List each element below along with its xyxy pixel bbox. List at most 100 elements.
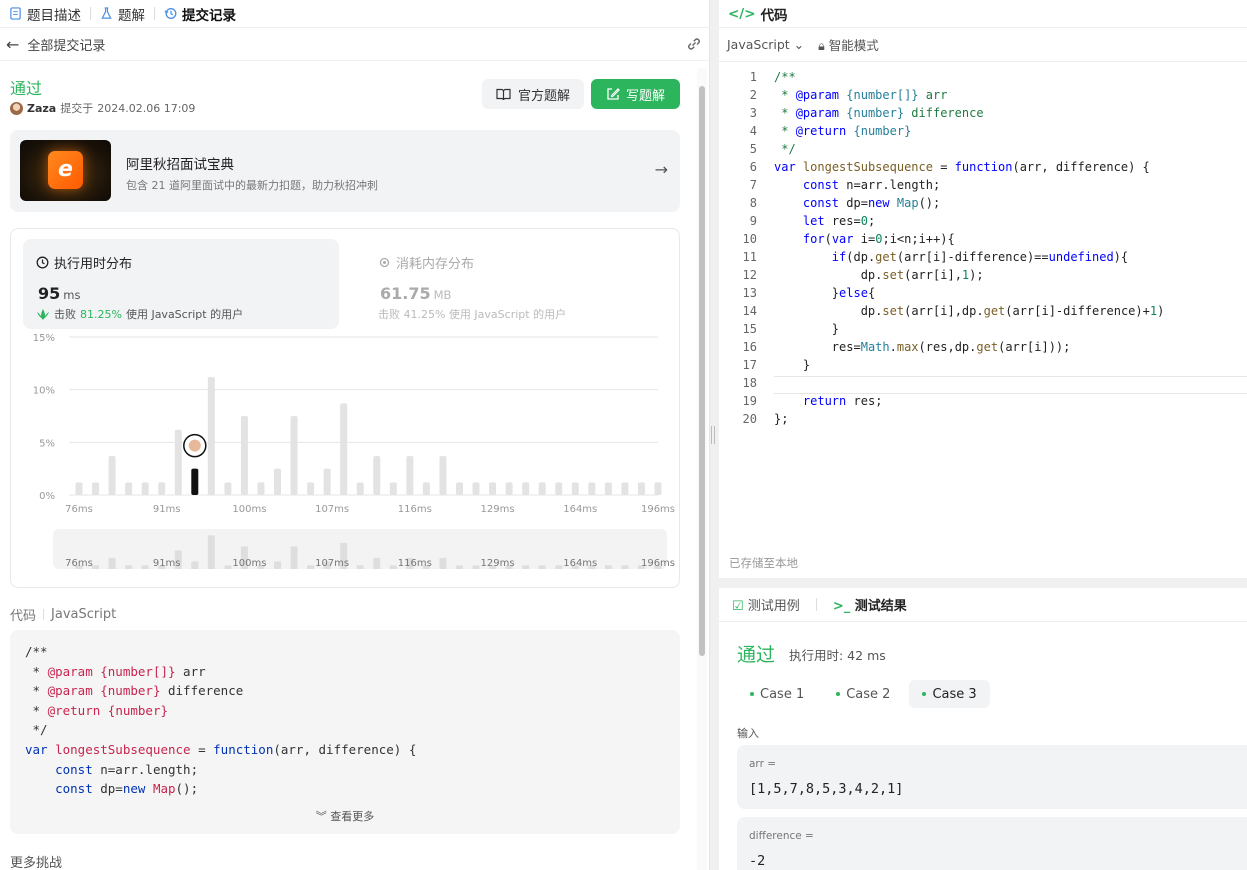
case-tab[interactable]: Case 3 <box>909 680 990 708</box>
tab-description[interactable]: 题目描述 <box>6 4 84 24</box>
smart-mode-toggle[interactable]: 🔒︎ 智能模式 <box>818 35 879 54</box>
bar[interactable] <box>571 482 579 495</box>
case-tab[interactable]: Case 1 <box>737 680 817 708</box>
runtime-card[interactable]: 执行用时分布 95 ms 击败 81.25% 使用 JavaScript 的用户 <box>23 239 339 329</box>
bar[interactable] <box>207 377 215 495</box>
bar[interactable] <box>240 416 248 495</box>
code-line[interactable]: * @param {number} difference <box>774 106 983 120</box>
code-line[interactable]: dp.set(arr[i],1); <box>774 268 984 282</box>
bar[interactable] <box>522 482 530 495</box>
code-line[interactable]: const dp=new Map(); <box>774 196 940 210</box>
minimap-bar <box>290 546 298 569</box>
bar[interactable] <box>604 482 612 495</box>
bar[interactable] <box>555 482 563 495</box>
bar[interactable] <box>505 482 513 495</box>
bar[interactable] <box>92 482 100 495</box>
back-label[interactable]: 全部提交记录 <box>27 35 105 54</box>
code-line[interactable]: /** <box>774 70 796 84</box>
memory-title: 消耗内存分布 <box>396 257 475 272</box>
tab-testcases[interactable]: ☑ 测试用例 <box>732 595 800 614</box>
bar[interactable] <box>141 482 149 495</box>
code-line[interactable]: var longestSubsequence = function(arr, d… <box>774 160 1150 174</box>
bar[interactable] <box>323 468 331 495</box>
code-line[interactable]: }else{ <box>774 286 875 300</box>
code-line[interactable]: * @return {number} <box>774 124 911 138</box>
code-line[interactable]: if(dp.get(arr[i]-difference)==undefined)… <box>774 250 1128 264</box>
minimap-label: 107ms <box>315 558 349 569</box>
code-line[interactable]: return res; <box>774 394 883 408</box>
minimap-bar <box>141 565 149 569</box>
case-tab[interactable]: Case 2 <box>823 680 903 708</box>
code-line[interactable]: res=Math.max(res,dp.get(arr[i])); <box>774 340 1071 354</box>
bar[interactable] <box>455 482 463 495</box>
bar[interactable] <box>174 429 182 495</box>
bar[interactable] <box>340 403 348 495</box>
code-token: ; <box>933 178 941 192</box>
code-token: const <box>802 178 840 192</box>
code-lang: JavaScript <box>51 607 117 622</box>
tab-solutions[interactable]: 题解 <box>97 4 148 24</box>
bar[interactable] <box>224 482 232 495</box>
bar[interactable] <box>588 482 596 495</box>
bar[interactable] <box>489 482 497 495</box>
code-token: @param <box>795 88 840 102</box>
highlighted-bar[interactable] <box>191 468 199 495</box>
bar[interactable] <box>125 482 133 495</box>
left-scrollbar[interactable] <box>697 68 707 870</box>
official-solution-button[interactable]: 官方题解 <box>482 79 584 109</box>
bar[interactable] <box>637 482 645 495</box>
bar[interactable] <box>373 456 381 495</box>
bar[interactable] <box>389 482 397 495</box>
bar[interactable] <box>472 482 480 495</box>
code-line[interactable]: */ <box>774 142 795 156</box>
bar[interactable] <box>538 482 546 495</box>
line-number: 1 <box>749 70 757 84</box>
code-editor[interactable]: 1 /** 2 * @param {number[]} arr 3 * @param … <box>719 63 1247 543</box>
code-token: var <box>774 160 796 174</box>
write-solution-button[interactable]: 写题解 <box>591 79 680 109</box>
code-line[interactable]: let res=0; <box>774 214 875 228</box>
promo-banner[interactable]: e 阿里秋招面试宝典 包含 21 道阿里面试中的最新力扣题，助力秋招冲刺 → <box>10 130 680 212</box>
bar[interactable] <box>356 482 364 495</box>
tab-submissions[interactable]: 提交记录 <box>161 4 239 24</box>
link-icon[interactable] <box>685 35 703 53</box>
bar[interactable] <box>274 468 282 495</box>
username[interactable]: Zaza <box>27 102 56 115</box>
code-line[interactable]: dp.set(arr[i],dp.get(arr[i]-difference)+… <box>774 304 1165 318</box>
bar[interactable] <box>307 482 315 495</box>
code-line[interactable]: }; <box>774 412 788 426</box>
see-more-button[interactable]: ︾ 查看更多 <box>10 808 680 824</box>
bar[interactable] <box>654 482 662 495</box>
bar[interactable] <box>158 482 166 495</box>
memory-beat: 击败 41.25% 使用 JavaScript 的用户 <box>378 308 567 321</box>
bar[interactable] <box>290 416 298 495</box>
minimap-bar <box>455 565 463 569</box>
back-arrow-icon[interactable]: ← <box>6 35 19 54</box>
bar[interactable] <box>422 482 430 495</box>
minimap-bar <box>191 561 199 569</box>
memory-card[interactable]: 消耗内存分布 61.75 MB 击败 41.25% 使用 JavaScript 的… <box>365 239 665 329</box>
bar[interactable] <box>406 456 414 495</box>
bar[interactable] <box>621 482 629 495</box>
left-scrollbar-thumb[interactable] <box>699 86 705 656</box>
tab-test-result[interactable]: >_ 测试结果 <box>833 595 907 614</box>
bar[interactable] <box>75 482 83 495</box>
line-number: 14 <box>742 304 757 318</box>
code-line[interactable]: } <box>774 322 839 336</box>
flask-icon <box>101 7 112 19</box>
bar[interactable] <box>108 456 116 495</box>
line-number: 5 <box>749 142 757 156</box>
code-line[interactable]: } <box>774 358 810 372</box>
code-line[interactable]: const n=arr.length; <box>774 178 940 192</box>
code-line[interactable]: * @param {number[]} arr <box>774 88 947 102</box>
panel-resize-handle[interactable] <box>711 426 715 444</box>
case-tab-label: Case 2 <box>846 686 891 702</box>
bar[interactable] <box>439 456 447 495</box>
runtime-distribution-chart[interactable]: 15% 10% 5% 0% 76ms 91ms 100ms 107ms 116ms 129ms 16… <box>11 329 681 574</box>
code-token: difference <box>954 250 1027 264</box>
code-line[interactable]: for(var i=0;i<n;i++){ <box>774 232 955 246</box>
bar[interactable] <box>257 482 265 495</box>
language-select[interactable]: JavaScript ⌄ <box>727 37 804 52</box>
